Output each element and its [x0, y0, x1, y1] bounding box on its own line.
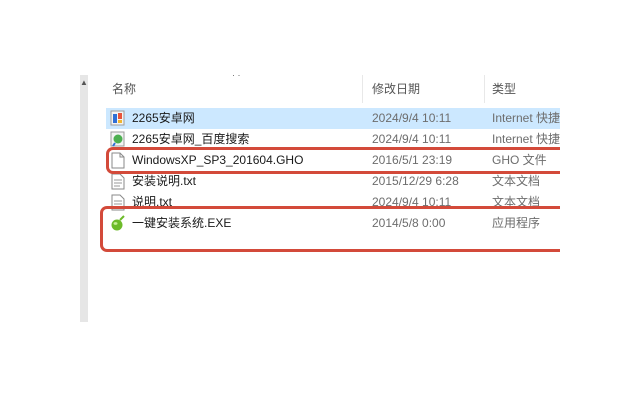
column-divider[interactable] [484, 75, 485, 103]
file-row-2265-url[interactable]: 2265安卓网 2024/9/4 10:11 Internet 快捷 [106, 108, 560, 129]
column-header-date[interactable]: 修改日期 [372, 78, 476, 100]
internet-shortcut-icon [110, 110, 126, 127]
file-row-install-notes[interactable]: 安装说明.txt 2015/12/29 6:28 文本文档 [106, 171, 560, 192]
column-divider[interactable] [362, 75, 363, 103]
highlight-box-gho [106, 147, 560, 174]
internet-shortcut-icon [110, 131, 126, 148]
text-file-icon [110, 173, 126, 190]
file-type: Internet 快捷 [492, 111, 560, 125]
scroll-up-arrow-icon[interactable]: ▲ [80, 78, 88, 88]
file-date: 2015/12/29 6:28 [372, 174, 459, 188]
scroll-strip[interactable] [80, 75, 88, 322]
column-header-type[interactable]: 类型 [492, 78, 560, 100]
file-type: 文本文档 [492, 174, 541, 188]
file-name: 2265安卓网 [132, 111, 195, 125]
file-name: 安装说明.txt [132, 174, 197, 188]
column-header-name[interactable]: 名称 [112, 78, 352, 100]
highlight-box-exe [100, 206, 560, 252]
file-date: 2024/9/4 10:11 [372, 111, 452, 125]
